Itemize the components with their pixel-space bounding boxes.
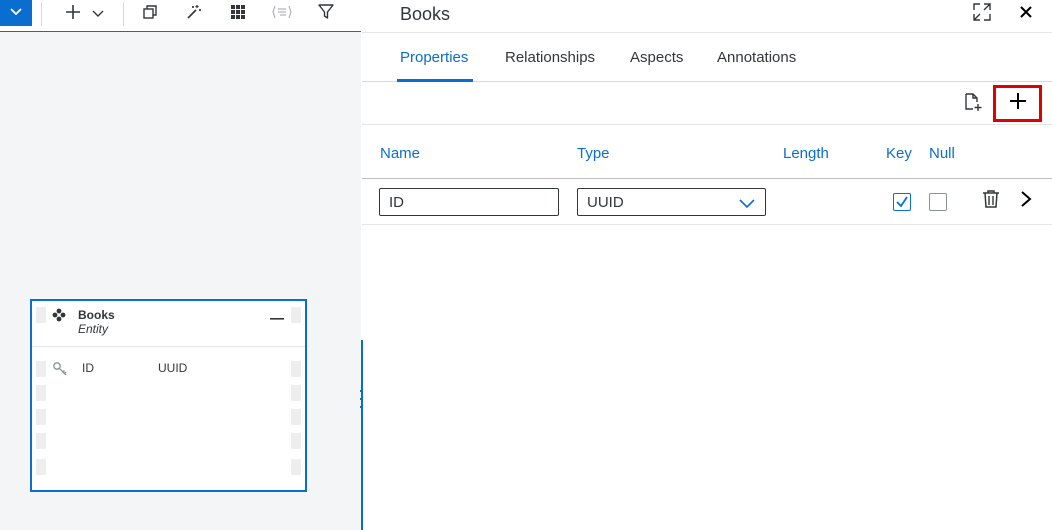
- add-from-document-button[interactable]: [961, 91, 985, 115]
- table-row-divider: [362, 224, 1052, 225]
- entity-handle: [291, 459, 301, 475]
- chevron-down-icon: [9, 4, 23, 22]
- minimize-button[interactable]: [270, 309, 284, 323]
- key-icon: [52, 361, 68, 382]
- panel-splitter[interactable]: [361, 340, 363, 530]
- tab-properties[interactable]: Properties: [400, 49, 468, 66]
- column-header-type[interactable]: Type: [577, 145, 610, 162]
- add-property-button[interactable]: [993, 85, 1042, 122]
- close-icon: [1019, 5, 1033, 24]
- menu-dropdown-button[interactable]: [0, 0, 32, 26]
- filter-icon: [317, 3, 335, 26]
- entity-property-name: ID: [82, 361, 94, 375]
- table-header-divider: [362, 178, 1052, 179]
- entity-name: Books: [78, 308, 115, 322]
- checkmark-icon: [896, 196, 908, 208]
- plus-icon: [64, 3, 82, 26]
- entity-handle: [36, 361, 46, 377]
- add-menu-button[interactable]: [90, 3, 106, 25]
- entity-handle: [291, 361, 301, 377]
- toolbar-separator: [41, 2, 42, 26]
- chevron-right-icon: [1020, 190, 1032, 213]
- property-name-input[interactable]: [379, 188, 559, 216]
- splitter-grip[interactable]: [358, 390, 364, 408]
- column-header-length[interactable]: Length: [783, 145, 829, 162]
- trash-icon: [982, 189, 1000, 214]
- minus-icon: [270, 307, 284, 325]
- column-header-null[interactable]: Null: [929, 145, 955, 162]
- navigate-details-button[interactable]: [1015, 190, 1037, 212]
- column-header-key[interactable]: Key: [886, 145, 912, 162]
- tab-annotations[interactable]: Annotations: [717, 49, 796, 66]
- null-checkbox[interactable]: [929, 193, 947, 211]
- layout-button[interactable]: [271, 3, 293, 25]
- diagram-canvas[interactable]: Books Entity ID UUID: [0, 0, 361, 530]
- key-checkbox[interactable]: [893, 193, 911, 211]
- actions-divider: [362, 124, 1052, 125]
- fullscreen-icon: [972, 2, 992, 27]
- entity-card[interactable]: Books Entity ID UUID: [30, 299, 307, 492]
- add-document-icon: [963, 90, 983, 117]
- entity-handle: [291, 409, 301, 425]
- entity-handle: [291, 385, 301, 401]
- delete-button[interactable]: [980, 189, 1002, 214]
- panel-title: Books: [400, 4, 451, 24]
- chevron-down-icon: [739, 196, 755, 214]
- entity-handle: [36, 433, 46, 449]
- entity-property-type: UUID: [158, 361, 188, 375]
- entity-property-row[interactable]: ID UUID: [32, 359, 305, 379]
- toolbar-separator: [123, 2, 124, 26]
- entity-handle: [36, 459, 46, 475]
- layout-icon: [272, 4, 292, 25]
- entity-kind: Entity: [78, 322, 109, 336]
- auto-layout-button[interactable]: [183, 3, 205, 25]
- entity-icon: [52, 308, 66, 327]
- property-type-select[interactable]: UUID: [577, 188, 766, 216]
- copy-icon: [142, 4, 158, 25]
- column-header-name[interactable]: Name: [380, 145, 420, 162]
- entity-handle: [291, 433, 301, 449]
- plus-icon: [1008, 91, 1028, 116]
- close-button[interactable]: [1015, 3, 1037, 25]
- entity-handle: [36, 385, 46, 401]
- copy-button[interactable]: [139, 3, 161, 25]
- property-type-value: UUID: [587, 194, 624, 211]
- filter-button[interactable]: [315, 3, 337, 25]
- tab-aspects[interactable]: Aspects: [630, 49, 683, 66]
- tab-relationships[interactable]: Relationships: [505, 49, 595, 66]
- chevron-down-icon: [92, 5, 104, 23]
- add-button[interactable]: [62, 3, 84, 25]
- grid-button[interactable]: [227, 3, 249, 25]
- active-tab-indicator: [397, 79, 473, 82]
- fullscreen-button[interactable]: [971, 2, 993, 27]
- grid-icon: [230, 4, 246, 25]
- entity-header: Books Entity: [32, 301, 305, 347]
- entity-handle: [36, 409, 46, 425]
- canvas-toolbar: [0, 0, 361, 32]
- magic-wand-icon: [186, 4, 202, 25]
